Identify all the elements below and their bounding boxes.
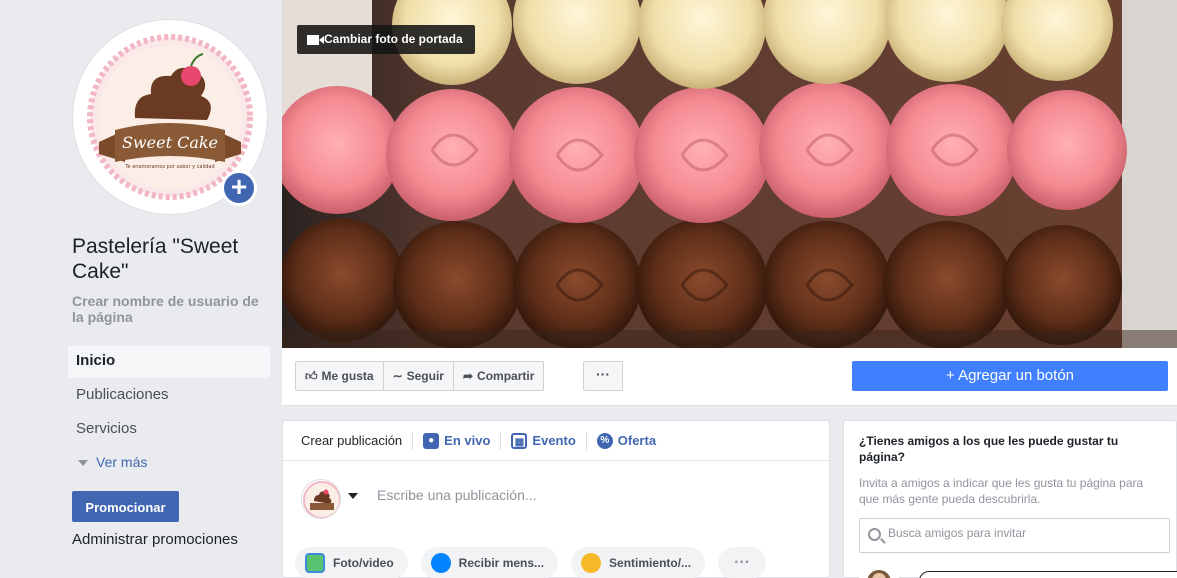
thumbs-up-icon: 👍︎ xyxy=(305,369,318,383)
logo-name-text: Sweet Cake xyxy=(122,133,218,152)
tab-live-label: En vivo xyxy=(444,433,491,448)
tab-offer[interactable]: % Oferta xyxy=(596,432,666,450)
invite-friends-card: ¿Tienes amigos a los que les puede gusta… xyxy=(843,420,1177,578)
tab-create-post[interactable]: Crear publicación xyxy=(301,431,414,450)
photo-video-button[interactable]: Foto/video xyxy=(295,547,408,578)
share-label: Compartir xyxy=(477,369,535,383)
rss-icon: ∼ xyxy=(392,369,403,383)
change-cover-button[interactable]: Cambiar foto de portada xyxy=(297,25,475,54)
share-arrow-icon: ➦ xyxy=(462,369,474,383)
plus-icon: + xyxy=(224,173,254,203)
invite-search-box[interactable] xyxy=(859,518,1170,553)
promote-button[interactable]: Promocionar xyxy=(72,491,179,522)
add-profile-photo-button[interactable]: + xyxy=(221,170,257,206)
caret-down-icon xyxy=(78,460,88,467)
share-button[interactable]: ➦ Compartir xyxy=(454,362,543,390)
see-more-label: Ver más xyxy=(96,454,148,470)
invite-card-description: Invita a amigos a indicar que les gusta … xyxy=(859,476,1144,506)
messenger-icon xyxy=(430,553,451,573)
composer-tabs: Crear publicación ● En vivo ▦ Evento % Ofer… xyxy=(283,421,829,461)
page-nav: Inicio Publicaciones Servicios xyxy=(68,346,270,446)
tab-event[interactable]: ▦ Evento xyxy=(511,431,587,450)
get-messages-label: Recibir mens... xyxy=(458,556,545,570)
like-label: Me gusta xyxy=(321,369,374,383)
invite-card-title: ¿Tienes amigos a los que les puede gusta… xyxy=(859,434,1119,464)
photo-video-label: Foto/video xyxy=(333,556,394,570)
left-column: Sweet Cake Te enamoramos por sabor y cal… xyxy=(0,0,282,578)
tab-create-post-label: Crear publicación xyxy=(301,433,403,448)
invite-search-input[interactable] xyxy=(888,526,1158,540)
like-button[interactable]: 👍︎ Me gusta xyxy=(296,362,384,390)
page-action-bar: 👍︎ Me gusta ∼ Seguir ➦ Compartir ··· + Agre… xyxy=(282,348,1177,406)
tab-offer-label: Oferta xyxy=(617,433,657,448)
video-camera-icon xyxy=(307,34,324,45)
caret-down-icon[interactable] xyxy=(348,493,358,499)
page-actions-group: 👍︎ Me gusta ∼ Seguir ➦ Compartir xyxy=(295,361,545,391)
calendar-icon: ▦ xyxy=(511,432,528,449)
post-input[interactable]: Escribe una publicación... xyxy=(377,487,537,503)
avatar[interactable] xyxy=(301,479,341,519)
change-cover-label: Cambiar foto de portada xyxy=(324,32,463,46)
live-video-icon: ● xyxy=(423,432,440,449)
see-more-link[interactable]: Ver más xyxy=(78,454,147,470)
smiley-icon xyxy=(581,553,602,573)
page-title: Pastelería "Sweet Cake" xyxy=(72,235,239,283)
get-messages-button[interactable]: Recibir mens... xyxy=(420,547,559,578)
follow-button[interactable]: ∼ Seguir xyxy=(384,362,454,390)
photo-icon xyxy=(305,553,325,573)
composer-actions: Foto/video Recibir mens... Sentimiento/.… xyxy=(295,547,779,578)
search-icon xyxy=(868,528,881,541)
tab-live[interactable]: ● En vivo xyxy=(423,431,502,450)
logo-tagline-text: Te enamoramos por sabor y calidad xyxy=(124,164,214,170)
friend-avatar[interactable] xyxy=(859,564,899,578)
create-username-link[interactable]: Crear nombre de usuario de la página xyxy=(72,293,272,325)
more-options-button[interactable]: ··· xyxy=(583,361,623,391)
add-button-button[interactable]: + Agregar un botón xyxy=(852,361,1168,391)
feeling-label: Sentimiento/... xyxy=(609,556,692,570)
follow-label: Seguir xyxy=(406,369,444,383)
sidebar-item-publicaciones[interactable]: Publicaciones xyxy=(68,378,270,412)
percent-tag-icon: % xyxy=(596,432,613,449)
feeling-button[interactable]: Sentimiento/... xyxy=(571,547,706,578)
sidebar-item-inicio[interactable]: Inicio xyxy=(68,346,270,378)
manage-promotions-link[interactable]: Administrar promociones xyxy=(72,531,238,548)
post-composer: Crear publicación ● En vivo ▦ Evento % Ofer… xyxy=(282,420,830,578)
more-composer-options-button[interactable]: ··· xyxy=(718,547,767,578)
tab-event-label: Evento xyxy=(532,433,576,448)
chat-popup-edge xyxy=(919,571,1177,578)
sidebar-item-servicios[interactable]: Servicios xyxy=(68,412,270,446)
